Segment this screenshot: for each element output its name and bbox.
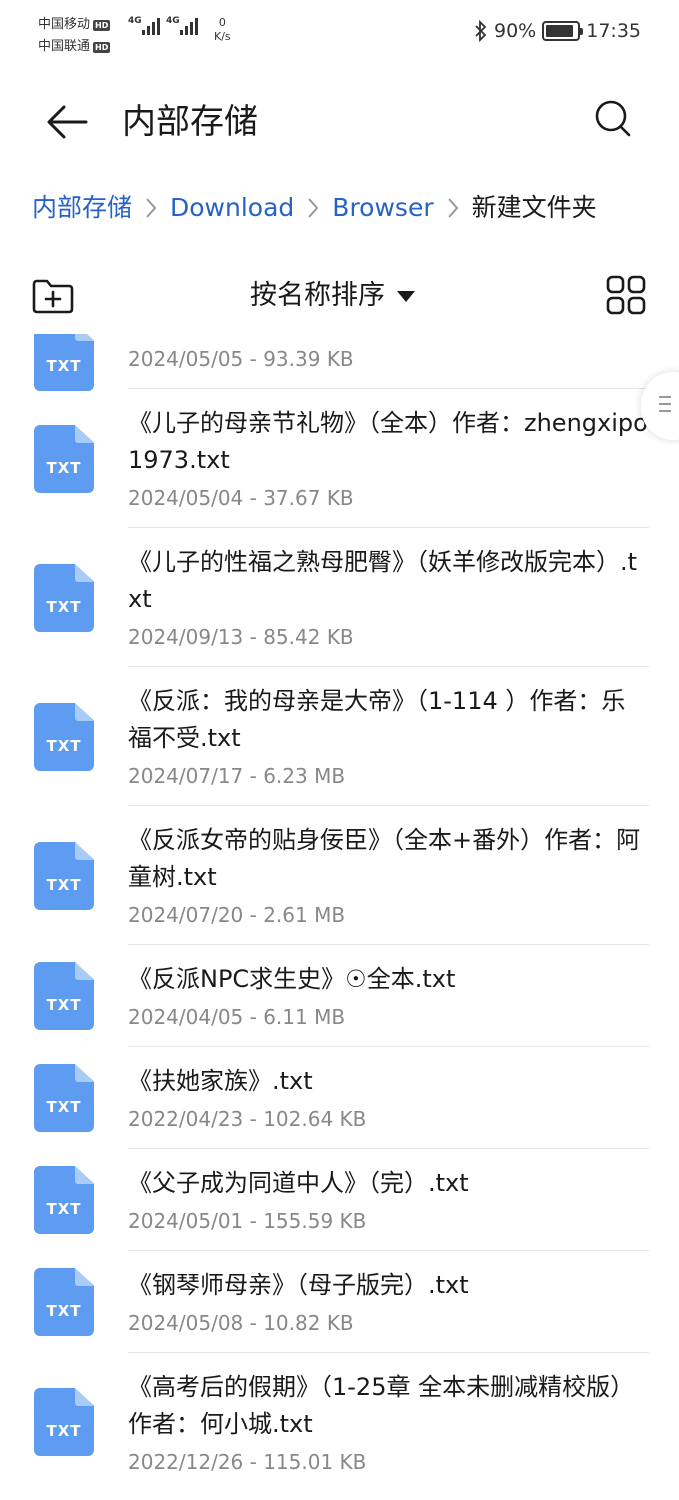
file-name: 《高考后的假期》（1-25章 全本未删减精校版）作者：何小城.txt (128, 1373, 635, 1438)
txt-file-icon: TXT (34, 334, 94, 391)
file-meta: 2024/05/04 - 37.67 KB (128, 486, 354, 510)
new-folder-icon (32, 279, 74, 314)
system-status: 90% 17:35 (474, 20, 641, 42)
file-name: 《反派：我的母亲是大帝》（1-114 ）作者：乐福不受.txt (128, 687, 626, 752)
chevron-right-icon (144, 196, 158, 220)
txt-file-icon: TXT (34, 1388, 94, 1456)
txt-file-icon: TXT (34, 1064, 94, 1132)
file-meta: 2024/07/20 - 2.61 MB (128, 903, 346, 927)
file-list[interactable]: TXT 2024/05/05 - 93.39 KB TXT 《儿子的母亲节礼物》（全本… (0, 334, 679, 1500)
txt-file-icon: TXT (34, 1268, 94, 1336)
file-meta: 2022/12/26 - 115.01 KB (128, 1450, 367, 1474)
breadcrumb: 内部存储 Download Browser 新建文件夹 (32, 188, 597, 228)
txt-file-icon: TXT (34, 425, 94, 493)
breadcrumb-item-current-folder: 新建文件夹 (471, 193, 597, 222)
sort-label: 按名称排序 (250, 280, 385, 311)
network-speed: 0 K/s (214, 16, 231, 43)
toolbar: 按名称排序 (0, 268, 679, 324)
page-title: 内部存储 (122, 102, 258, 142)
back-button[interactable] (42, 100, 90, 144)
caret-down-icon (397, 290, 415, 302)
battery-icon (542, 21, 584, 41)
file-meta: 2024/05/08 - 10.82 KB (128, 1311, 354, 1335)
battery-percent: 90% (494, 20, 537, 42)
file-list-item[interactable]: TXT 《反派NPC求生史》☉全本.txt 2024/04/05 - 6.11 MB (0, 945, 679, 1047)
file-meta: 2024/05/01 - 155.59 KB (128, 1209, 367, 1233)
file-name: 《父子成为同道中人》（完）.txt (128, 1169, 469, 1197)
signal-icon: 4G (166, 16, 198, 35)
file-name: 《钢琴师母亲》（母子版完）.txt (128, 1271, 469, 1299)
clock: 17:35 (586, 20, 641, 42)
file-meta: 2024/04/05 - 6.11 MB (128, 1005, 346, 1029)
new-folder-button[interactable] (30, 276, 76, 316)
file-meta: 2024/07/17 - 6.23 MB (128, 764, 346, 788)
file-name: 《儿子的性福之熟母肥臀》（妖羊修改版完本）.txt (128, 548, 638, 613)
breadcrumb-item-internal-storage[interactable]: 内部存储 (32, 188, 132, 228)
hd-badge: HD (93, 41, 111, 53)
txt-file-icon: TXT (34, 564, 94, 632)
file-name: 《扶她家族》.txt (128, 1067, 313, 1095)
file-list-item[interactable]: TXT 《反派：我的母亲是大帝》（1-114 ）作者：乐福不受.txt 2024/0… (0, 667, 679, 806)
carrier-1: 中国移动 (38, 17, 91, 32)
carrier-info: 中国移动 HD 中国联通 HD (38, 14, 111, 58)
file-list-item[interactable]: TXT 《钢琴师母亲》（母子版完）.txt 2024/05/08 - 10.82 K… (0, 1251, 679, 1353)
hd-badge: HD (93, 19, 111, 31)
txt-file-icon: TXT (34, 703, 94, 771)
file-list-item[interactable]: TXT 《儿子的性福之熟母肥臀》（妖羊修改版完本）.txt 2024/09/13 -… (0, 528, 679, 667)
app-header: 内部存储 (0, 90, 679, 154)
chevron-right-icon (446, 196, 460, 220)
bluetooth-icon (475, 20, 487, 42)
file-meta: 2024/05/05 - 93.39 KB (128, 347, 354, 371)
chevron-right-icon (306, 196, 320, 220)
file-list-item[interactable]: TXT 《父子成为同道中人》（完）.txt 2024/05/01 - 155.59 … (0, 1149, 679, 1251)
file-name: 《反派NPC求生史》☉全本.txt (128, 965, 456, 993)
file-list-item[interactable]: TXT 《反派女帝的贴身佞臣》（全本+番外）作者：阿童树.txt 2024/07/2… (0, 806, 679, 945)
txt-file-icon: TXT (34, 842, 94, 910)
grid-view-button[interactable] (605, 274, 647, 316)
breadcrumb-item-browser[interactable]: Browser (332, 188, 433, 228)
grid-view-icon (606, 275, 646, 315)
file-list-item[interactable]: TXT 2024/05/05 - 93.39 KB (0, 334, 679, 391)
breadcrumb-item-download[interactable]: Download (170, 188, 294, 228)
sort-dropdown[interactable]: 按名称排序 (250, 274, 415, 318)
txt-file-icon: TXT (34, 1166, 94, 1234)
carrier-2: 中国联通 (38, 39, 91, 54)
txt-file-icon: TXT (34, 962, 94, 1030)
file-meta: 2024/09/13 - 85.42 KB (128, 625, 354, 649)
file-meta: 2022/04/23 - 102.64 KB (128, 1107, 367, 1131)
status-bar: 中国移动 HD 中国联通 HD 4G 4G 0 K/s 90% 17:35 (0, 0, 679, 70)
file-name: 《反派女帝的贴身佞臣》（全本+番外）作者：阿童树.txt (128, 826, 641, 891)
file-list-item[interactable]: TXT 《扶她家族》.txt 2022/04/23 - 102.64 KB (0, 1047, 679, 1149)
file-list-item[interactable]: TXT 《高考后的假期》（1-25章 全本未删减精校版）作者：何小城.txt 202… (0, 1353, 679, 1491)
signal-indicators: 4G 4G (128, 16, 198, 35)
back-arrow-icon (47, 105, 88, 139)
search-icon (595, 100, 631, 137)
search-button[interactable] (593, 98, 635, 142)
file-list-item[interactable]: TXT 《儿子的母亲节礼物》（全本）作者：zhengxipo1973.txt 202… (0, 389, 679, 528)
file-name: 《儿子的母亲节礼物》（全本）作者：zhengxipo1973.txt (128, 409, 648, 474)
signal-icon: 4G (128, 16, 160, 35)
menu-lines-icon (659, 396, 671, 417)
